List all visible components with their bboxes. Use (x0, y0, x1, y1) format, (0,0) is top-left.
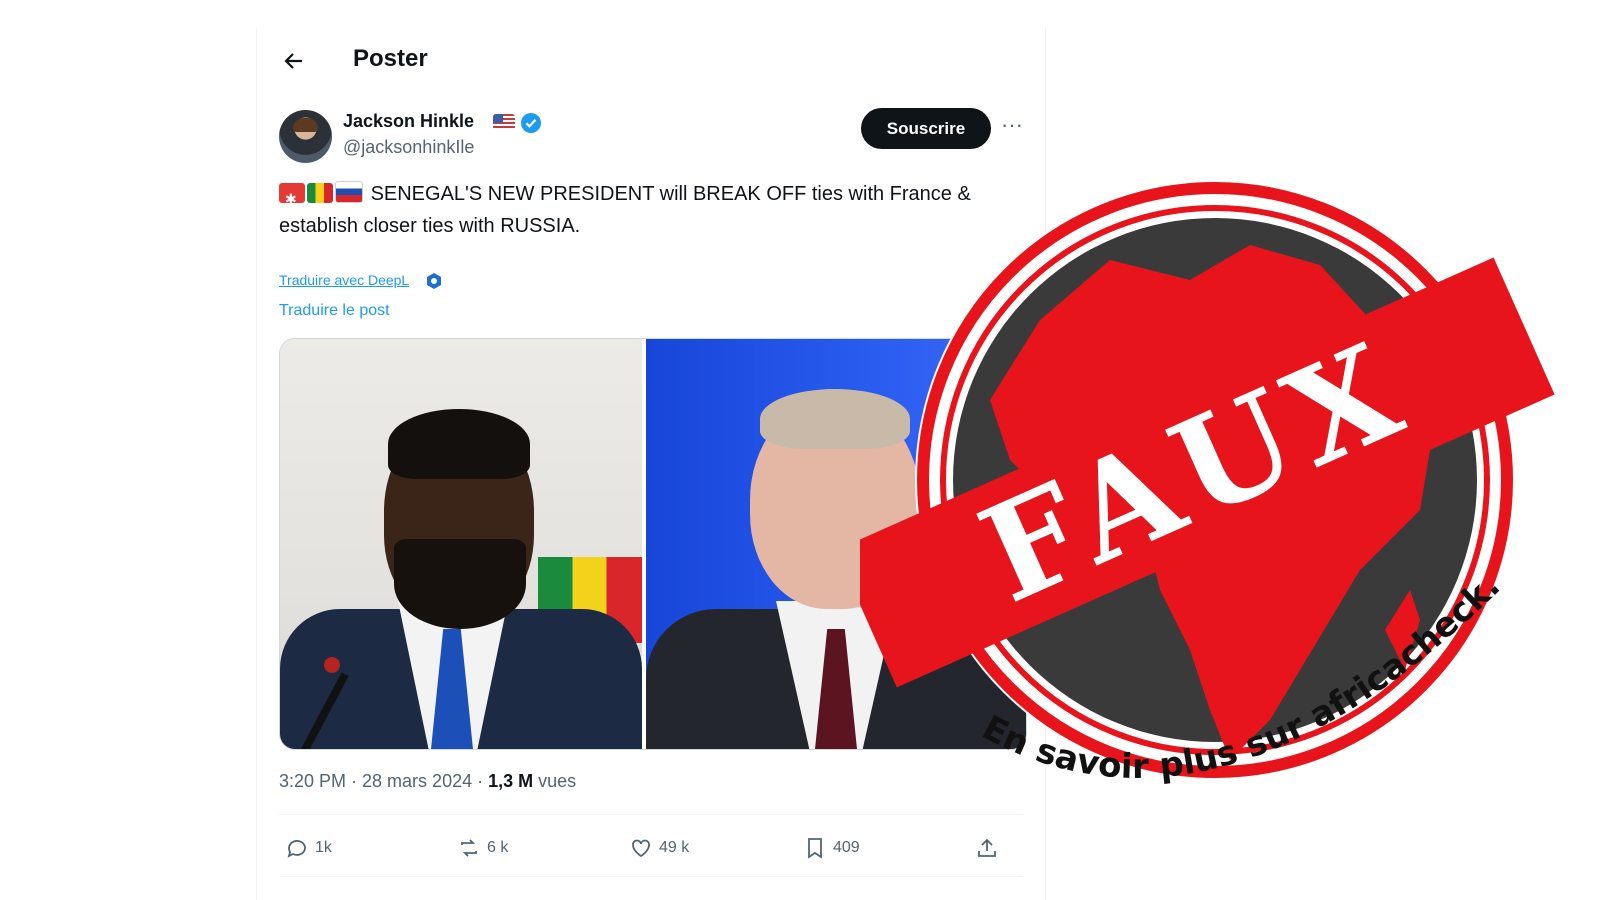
back-button[interactable] (277, 44, 311, 78)
deepl-icon (427, 273, 441, 289)
reply-icon (287, 840, 306, 858)
action-bar: 1k 6 k 49 k 409 (279, 828, 1023, 868)
like-count: 49 k (659, 839, 690, 856)
top-bar: Poster (257, 28, 1045, 90)
reply-count: 1k (315, 839, 332, 856)
post-panel: Poster Jackson Hinkle @jacksonhinkIle So… (256, 28, 1046, 900)
repost-button[interactable]: 6 k (457, 828, 508, 868)
tweet-body: SENEGAL'S NEW PRESIDENT will BREAK OFF t… (279, 183, 971, 237)
hair (388, 409, 530, 479)
repost-icon (461, 839, 477, 857)
arrow-left-icon (284, 53, 302, 69)
madagascar-shape (1385, 590, 1420, 670)
author-name[interactable]: Jackson Hinkle (343, 111, 474, 132)
page-title: Poster (353, 45, 428, 72)
post-timestamp[interactable]: 3:20 PM · 28 mars 2024 · (279, 771, 488, 791)
microphone-head (324, 657, 340, 673)
heart-icon (632, 839, 650, 858)
like-button[interactable]: 49 k (629, 828, 689, 868)
divider (279, 876, 1023, 877)
translate-post-link[interactable]: Traduire le post (279, 302, 390, 320)
avatar[interactable] (279, 110, 332, 163)
senegal-flag-icon (307, 183, 333, 203)
russia-flag-icon (335, 181, 363, 203)
share-icon (978, 838, 996, 857)
repost-count: 6 k (487, 839, 509, 856)
bookmark-count: 409 (833, 839, 860, 856)
photo-russia-president[interactable] (646, 339, 1026, 749)
hair (760, 389, 910, 449)
verified-badge-icon (521, 113, 541, 133)
bookmark-icon (808, 838, 822, 859)
author-handle[interactable]: @jacksonhinkIle (343, 137, 474, 158)
siren-emoji-icon (279, 183, 305, 215)
view-count: 1,3 M (488, 771, 534, 791)
tweet-text: SENEGAL'S NEW PRESIDENT will BREAK OFF t… (279, 178, 1023, 242)
africa-map-icon (990, 245, 1460, 760)
bookmark-button[interactable]: 409 (803, 828, 860, 868)
subscribe-button[interactable]: Souscrire (861, 108, 991, 149)
divider (279, 814, 1023, 815)
us-flag-icon (493, 114, 515, 130)
reply-button[interactable]: 1k (285, 828, 332, 868)
post-meta: 3:20 PM · 28 mars 2024 · 1,3 M vues (279, 771, 576, 792)
beard (394, 539, 526, 629)
views-label: vues (533, 771, 577, 791)
photo-senegal-president[interactable] (280, 339, 642, 749)
share-button[interactable] (975, 828, 999, 868)
deepl-translate-link[interactable]: Traduire avec DeepL (279, 272, 409, 288)
more-options-icon[interactable]: ··· (997, 114, 1027, 140)
tweet-media[interactable] (279, 338, 1027, 750)
